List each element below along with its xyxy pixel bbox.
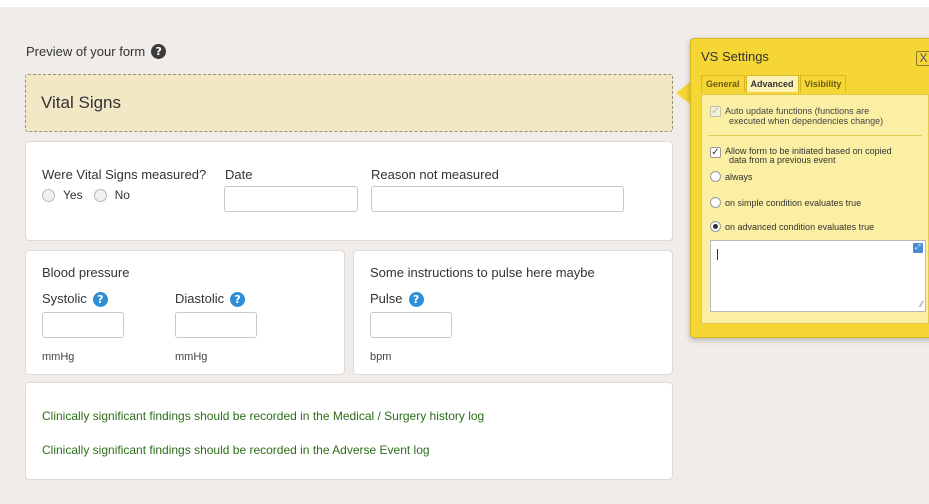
no-radio[interactable] xyxy=(93,188,107,202)
diastolic-unit: mmHg xyxy=(175,351,208,363)
expand-editor-icon[interactable]: ⤢ xyxy=(913,243,923,253)
top-strip xyxy=(0,0,929,7)
systolic-help-icon[interactable]: ? xyxy=(92,292,108,308)
resize-handle-icon[interactable]: ⁄⁄ xyxy=(920,301,923,309)
diastolic-label-row: Diastolic? xyxy=(175,291,246,308)
systolic-label: Systolic xyxy=(42,291,87,306)
allow-init-checkbox[interactable]: ✓ xyxy=(710,147,721,158)
date-label: Date xyxy=(225,167,253,182)
diastolic-label: Diastolic xyxy=(175,291,225,306)
auto-update-line2: executed when dependencies change) xyxy=(729,116,884,126)
systolic-label-row: Systolic? xyxy=(42,291,108,308)
preview-title: Preview of your form xyxy=(26,44,146,59)
pulse-unit: bpm xyxy=(370,351,392,363)
systolic-input[interactable] xyxy=(42,312,124,338)
blood-pressure-title: Blood pressure xyxy=(42,265,130,280)
help-circle-icon[interactable]: ? xyxy=(151,44,167,59)
text-caret xyxy=(717,249,718,260)
blood-pressure-card: Blood pressure Systolic? mmHg Diastolic?… xyxy=(25,250,345,375)
section-title-text: Vital Signs xyxy=(41,93,122,112)
note-adverse-event: Clinically significant findings should b… xyxy=(42,443,430,457)
settings-popover-arrow xyxy=(676,82,690,104)
note-medical-history: Clinically significant findings should b… xyxy=(42,409,485,423)
systolic-unit: mmHg xyxy=(42,351,75,363)
pulse-label: Pulse xyxy=(370,291,403,306)
pulse-input[interactable] xyxy=(370,312,452,338)
pulse-instructions: Some instructions to pulse here maybe xyxy=(370,265,595,280)
measured-radio-group: Yes No xyxy=(42,188,130,202)
diastolic-help-icon[interactable]: ? xyxy=(230,292,246,308)
settings-divider xyxy=(708,135,922,136)
option-always-radio[interactable] xyxy=(710,171,721,182)
date-input[interactable] xyxy=(224,186,358,212)
vitals-measured-card: Were Vital Signs measured? Yes No Date R… xyxy=(25,141,673,241)
diastolic-input[interactable] xyxy=(175,312,257,338)
reason-label: Reason not measured xyxy=(371,167,499,182)
notes-card: Clinically significant findings should b… xyxy=(25,382,673,480)
measured-label: Were Vital Signs measured? xyxy=(42,167,207,182)
settings-popover: VS Settings X General Advanced Visibilit… xyxy=(690,38,929,338)
form-preview-canvas: Preview of your form ? Vital Signs Were … xyxy=(0,0,929,504)
tab-advanced[interactable]: Advanced xyxy=(745,75,799,92)
option-always-label: always xyxy=(725,172,753,182)
pulse-help-icon[interactable]: ? xyxy=(408,292,424,308)
auto-update-checkbox[interactable]: ✓ xyxy=(710,106,721,117)
settings-title: VS Settings xyxy=(701,49,769,64)
option-advanced-condition-label: on advanced condition evaluates true xyxy=(725,222,875,232)
reason-input[interactable] xyxy=(371,186,624,212)
pulse-card: Some instructions to pulse here maybe Pu… xyxy=(353,250,673,375)
preview-header: Preview of your form ? xyxy=(26,44,167,59)
auto-update-line1: Auto update functions (functions are xyxy=(725,106,870,116)
no-label: No xyxy=(114,188,130,202)
pulse-label-row: Pulse? xyxy=(370,291,424,308)
condition-editor[interactable]: ⤢ ⁄⁄ xyxy=(710,240,926,312)
section-title-vital-signs[interactable]: Vital Signs xyxy=(25,74,673,132)
settings-tabs: General Advanced Visibility xyxy=(701,75,847,92)
tab-general[interactable]: General xyxy=(701,75,745,92)
tab-visibility[interactable]: Visibility xyxy=(799,75,847,92)
close-icon[interactable]: X xyxy=(916,51,929,66)
option-advanced-condition-radio[interactable] xyxy=(710,221,721,232)
yes-label: Yes xyxy=(63,188,83,202)
allow-init-line2: data from a previous event xyxy=(729,155,836,165)
option-simple-condition-radio[interactable] xyxy=(710,197,721,208)
yes-radio[interactable] xyxy=(42,188,55,202)
option-simple-condition-label: on simple condition evaluates true xyxy=(725,198,862,208)
advanced-settings-body: ✓ Auto update functions (functions are e… xyxy=(701,94,929,324)
